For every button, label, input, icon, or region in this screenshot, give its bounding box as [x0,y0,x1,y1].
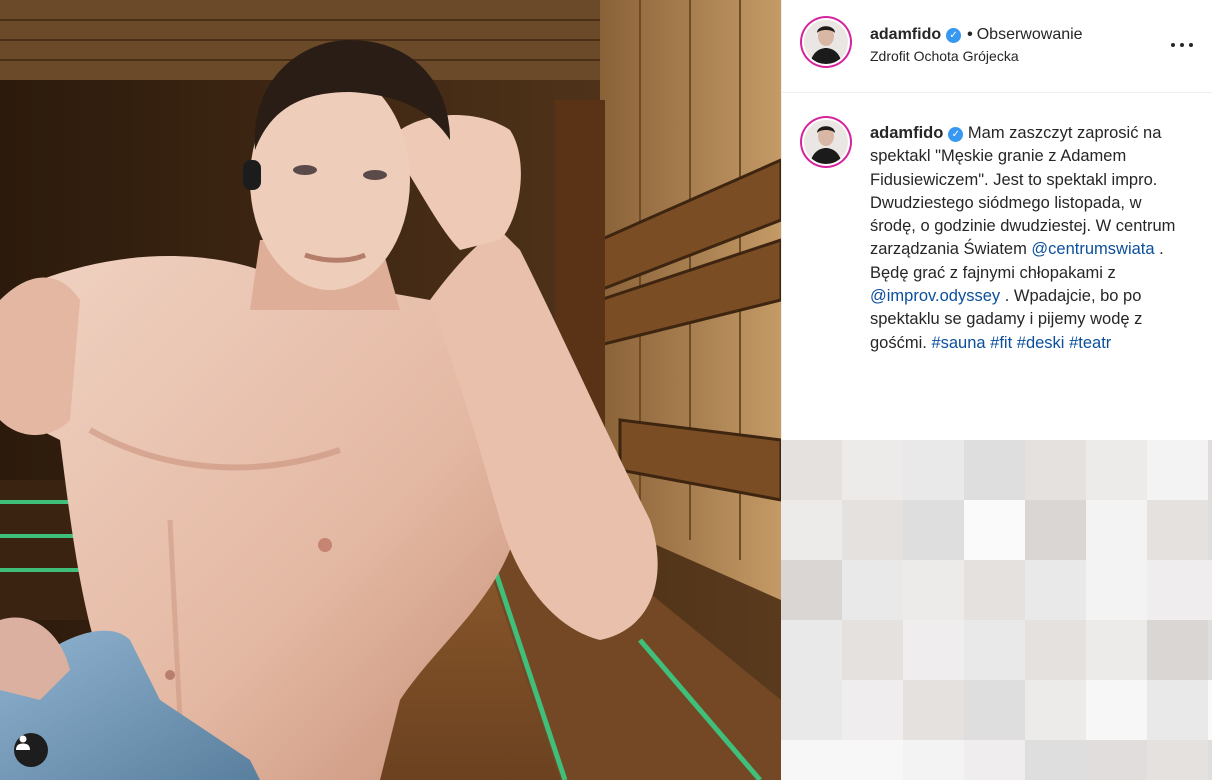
mosaic-tile [1025,560,1086,620]
mosaic-tile [964,440,1025,500]
pixelated-comments-area [781,440,1212,780]
mosaic-tile [842,560,903,620]
mosaic-tile [842,620,903,680]
mosaic-tile [1208,560,1212,620]
mosaic-tile [903,620,964,680]
mosaic-tile [842,500,903,560]
ellipsis-icon [1171,43,1175,47]
mosaic-tile [964,560,1025,620]
mosaic-tile [781,680,842,740]
mosaic-tile [1025,440,1086,500]
hashtag-link[interactable]: #deski [1017,334,1065,352]
mosaic-tile [1147,560,1208,620]
mosaic-tile [1147,740,1208,780]
mosaic-tile [842,680,903,740]
mosaic-tile [781,740,842,780]
mosaic-tile [964,620,1025,680]
verified-badge-icon: ✓ [948,127,964,142]
post-caption: adamfido ✓ Mam zaszczyt zaprosić na spekt… [870,122,1180,355]
mosaic-tile [964,500,1025,560]
mention-link[interactable]: @improv.odyssey [870,287,1000,305]
mosaic-tile [1086,740,1147,780]
hashtag-link[interactable]: #sauna [931,334,985,352]
mosaic-tile [1025,500,1086,560]
mosaic-tile [842,440,903,500]
user-tags-button[interactable] [14,733,48,767]
mosaic-tile [1208,680,1212,740]
mosaic-tile [1147,440,1208,500]
mosaic-tile [1086,440,1147,500]
mosaic-tile [781,500,842,560]
mosaic-tile [1025,740,1086,780]
mention-link[interactable]: @centrumswiata [1031,240,1154,258]
verified-badge-icon: ✓ [946,28,962,43]
mosaic-tile [903,500,964,560]
mosaic-tile [903,560,964,620]
caption-username[interactable]: adamfido [870,124,943,142]
avatar-image [804,120,848,164]
author-username[interactable]: adamfido [870,26,941,43]
mosaic-tile [1208,740,1212,780]
mosaic-tile [781,560,842,620]
mosaic-tile [1086,680,1147,740]
mosaic-tile [842,740,903,780]
mosaic-tile [1086,620,1147,680]
mosaic-tile [964,740,1025,780]
mosaic-tile [1147,500,1208,560]
following-button[interactable]: Obserwowanie [977,26,1083,43]
hashtag-link[interactable]: #teatr [1069,334,1111,352]
mosaic-tile [903,680,964,740]
more-options-button[interactable] [1169,35,1195,55]
post-header: adamfido ✓ • Obserwowanie Zdrofit Ochota Gr… [782,0,1212,93]
ellipsis-icon-dot [1189,43,1193,47]
ellipsis-icon-dot [1180,43,1184,47]
caption-text: Mam zaszczyt zaprosić na spektakl "Męski… [870,124,1176,259]
mosaic-tile [1208,440,1212,500]
author-avatar[interactable] [804,20,848,64]
mosaic-tile [1208,500,1212,560]
mosaic-tile [781,440,842,500]
mosaic-tile [964,680,1025,740]
mosaic-tile [1208,620,1212,680]
caption-author-avatar[interactable] [804,120,848,164]
mosaic-tile [1086,560,1147,620]
post-photo[interactable] [0,0,781,780]
mosaic-tile [1025,680,1086,740]
mosaic-tile [1086,500,1147,560]
post-location[interactable]: Zdrofit Ochota Grójecka [870,48,1019,64]
separator-dot: • [967,26,973,43]
hashtag-link[interactable]: #fit [990,334,1012,352]
mosaic-tile [1147,680,1208,740]
header-title-line: adamfido ✓ • Obserwowanie [870,26,1083,44]
sauna-photo-illustration [0,0,781,780]
avatar-image [804,20,848,64]
mosaic-tile [1147,620,1208,680]
mosaic-tile [1025,620,1086,680]
mosaic-tile [903,740,964,780]
mosaic-tile [903,440,964,500]
mosaic-tile [781,620,842,680]
